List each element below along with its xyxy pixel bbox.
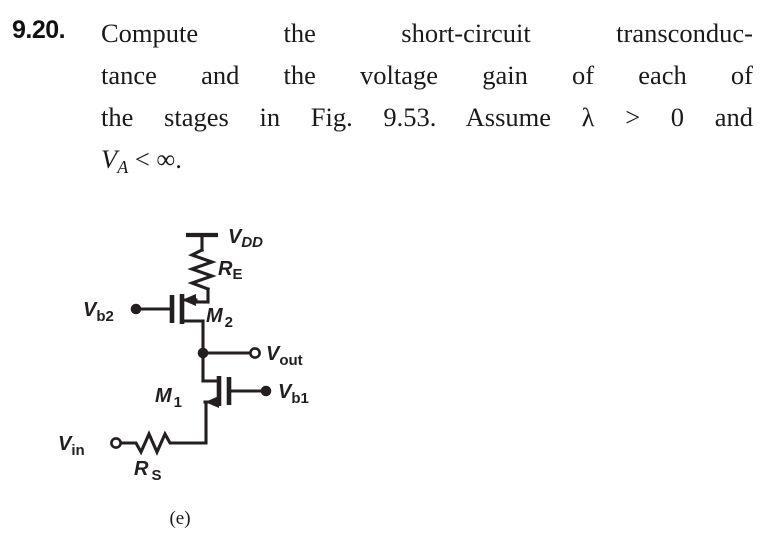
node-vout [197,347,261,359]
resistor-re [187,247,217,304]
problem-body: Compute the short-circuit transconduc- t… [101,12,753,188]
terminal-vb1 [260,385,272,397]
label-m1-sub: 1 [174,394,182,411]
vb1-terminal-dot[interactable] [260,385,272,397]
label-re-sub: E [232,266,242,283]
problem-line-4: VA < ∞. [101,138,753,188]
va-subscript: A [117,157,129,178]
label-vout-sub: out [279,352,302,369]
va-condition: < ∞. [128,144,182,174]
problem-line-3: the stages in Fig. 9.53. Assume λ > 0 an… [101,102,753,132]
supply-rail-vdd [186,232,218,252]
label-rs-sub: S [151,467,161,484]
rs-zigzag [119,430,182,456]
label-vb2-sub: b2 [96,308,114,325]
re-zigzag [187,247,217,291]
vout-terminal-circle[interactable] [249,347,261,359]
problem-line-2: tance and the voltage gain of each of [101,60,753,90]
label-vin: Vin [58,433,85,459]
circuit-svg: VDD RE M2 Vb2 Vout M1 Vb1 Vin RS [58,226,309,484]
terminal-vb2 [130,303,142,315]
terminal-vin [110,437,122,449]
circuit-schematic-figure: VDD RE M2 Vb2 Vout M1 Vb1 Vin RS (e) [0,190,420,536]
label-vdd-sub: DD [241,234,263,251]
label-m2-sub: 2 [225,314,233,331]
label-vb2: Vb2 [83,299,114,325]
label-vb1-sub: b1 [291,390,309,407]
va-symbol: V [101,144,118,174]
problem-number: 9.20. [12,16,66,44]
label-vb1: Vb1 [278,381,309,407]
problem-statement: 9.20. Compute the short-circuit transcon… [0,0,762,190]
label-m1-main: M [155,385,173,407]
label-re: RE [218,258,242,283]
label-rs: RS [134,458,161,484]
problem-line-1: Compute the short-circuit transconduc- [101,18,753,48]
label-vdd: VDD [228,226,263,251]
transistor-m1 [178,376,264,445]
label-vin-sub: in [71,442,84,459]
transistor-m2 [138,294,210,355]
label-m1: M1 [155,385,182,411]
label-m2-main: M [206,305,224,327]
vin-terminal-circle[interactable] [110,437,122,449]
figure-caption: (e) [169,508,191,529]
resistor-rs [119,430,182,456]
label-rs-main: R [134,458,149,480]
label-re-main: R [218,258,233,280]
label-vout: Vout [266,343,303,369]
label-m2: M2 [206,305,233,331]
vb2-terminal-dot[interactable] [130,303,142,315]
m1-source-wire [178,400,208,445]
